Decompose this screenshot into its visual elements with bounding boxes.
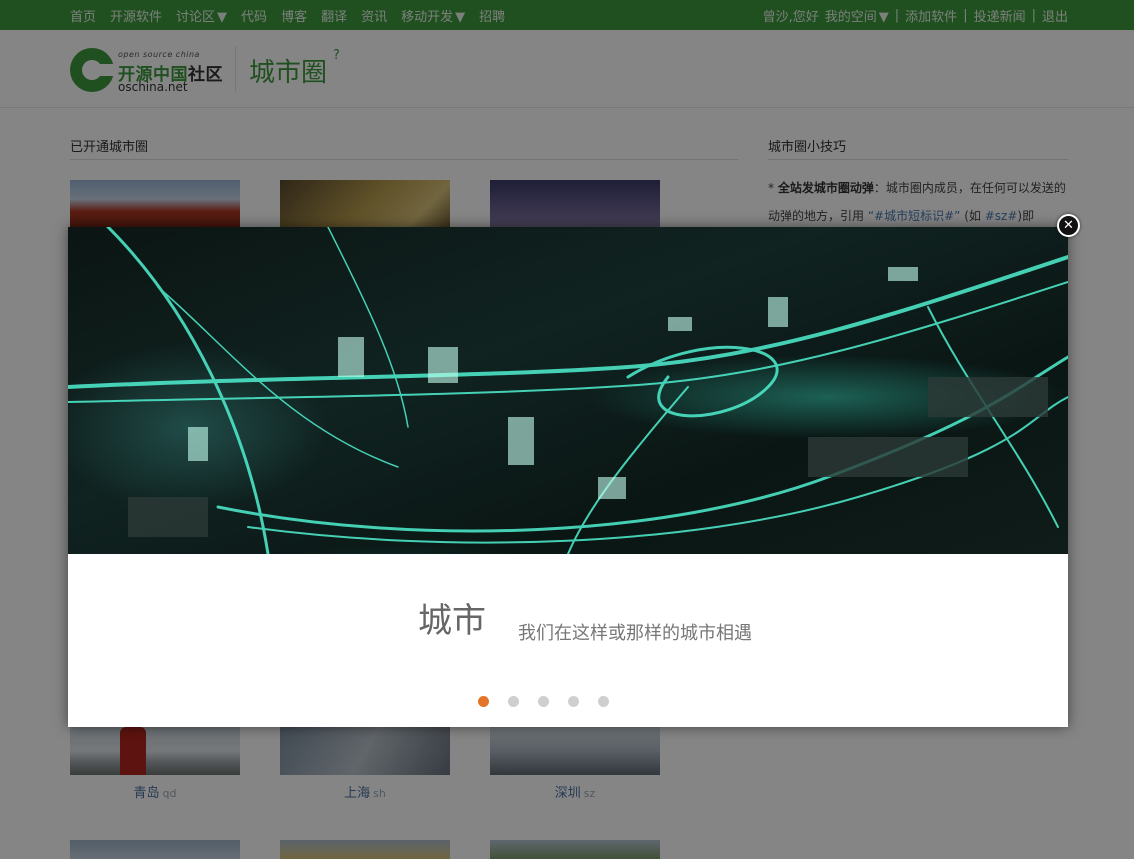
- modal-caption-title: 城市: [418, 601, 486, 641]
- slide-dot-4[interactable]: [568, 696, 579, 707]
- slide-dot-5[interactable]: [598, 696, 609, 707]
- slide-dot-2[interactable]: [508, 696, 519, 707]
- city-night-banner: [68, 227, 1068, 554]
- slide-dot-3[interactable]: [538, 696, 549, 707]
- modal-caption-subtitle: 我们在这样或那样的城市相遇: [518, 623, 752, 644]
- highway-lights-graphic: [68, 227, 1068, 554]
- intro-modal: 城市 我们在这样或那样的城市相遇: [68, 227, 1068, 727]
- close-icon[interactable]: ✕: [1057, 214, 1080, 237]
- slide-dot-1[interactable]: [478, 696, 489, 707]
- slide-pagination: [478, 696, 609, 707]
